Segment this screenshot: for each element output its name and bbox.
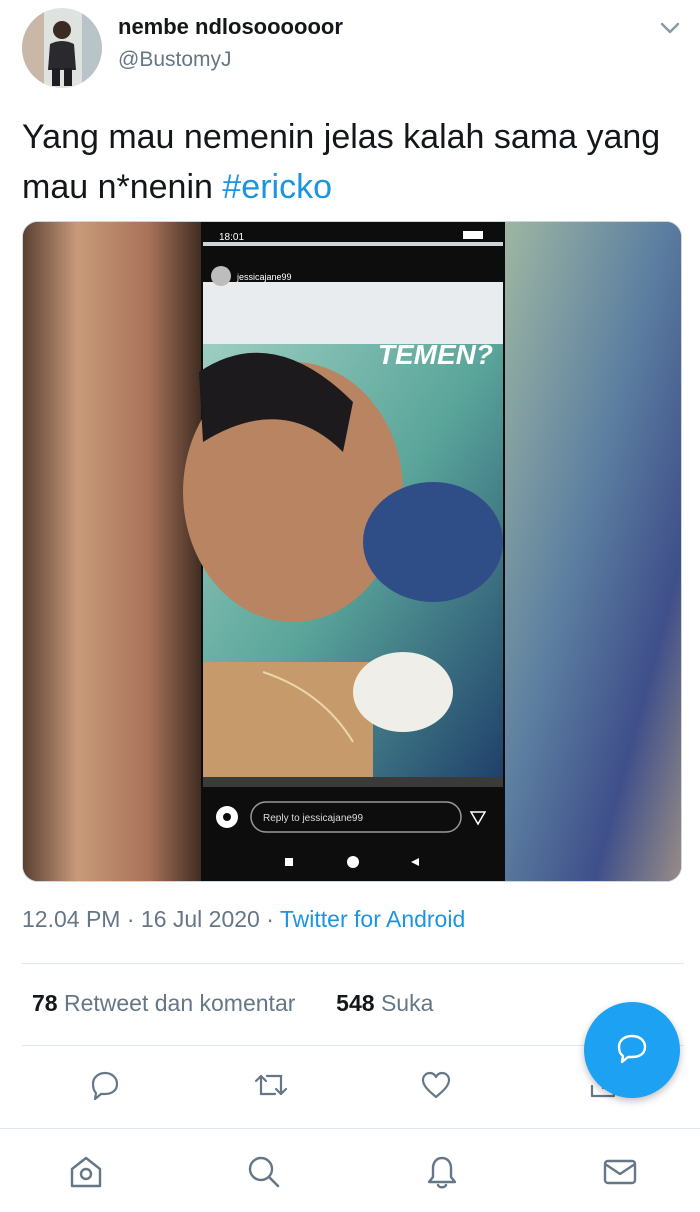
tweet-media[interactable]: TEMEN? 18:01 jessicajane99 Reply to jess… [22,221,682,882]
like-stat[interactable]: 548 Suka [336,990,433,1016]
hashtag-link[interactable]: #ericko [222,168,332,206]
home-icon[interactable] [66,1152,106,1192]
tweet-time: 12.04 PM [22,906,121,932]
tweet-source-link[interactable]: Twitter for Android [280,906,465,932]
story-username: jessicajane99 [236,272,292,282]
meta-separator: · [266,906,274,932]
tweet-body: Yang mau nemenin jelas kalah sama yang m… [22,118,661,206]
compose-icon [614,1030,650,1071]
retweet-icon[interactable] [250,1064,292,1106]
reply-placeholder: Reply to jessicajane99 [263,813,363,824]
meta-separator: · [126,906,135,932]
divider [22,963,684,964]
search-icon[interactable] [244,1152,284,1192]
display-name[interactable]: nembe ndlosoooooor [118,14,343,40]
avatar[interactable] [22,8,102,88]
mail-icon[interactable] [600,1152,640,1192]
reply-icon[interactable] [84,1064,126,1106]
user-handle[interactable]: @BustomyJ [118,48,232,72]
status-time: 18:01 [219,232,244,243]
tweet-timestamp: 12.04 PM · 16 Jul 2020 · Twitter for And… [22,906,465,933]
story-caption: TEMEN? [378,339,493,370]
tweet-date: 16 Jul 2020 [140,906,260,932]
tweet-text: Yang mau nemenin jelas kalah sama yang m… [22,112,662,212]
heart-icon[interactable] [415,1064,457,1106]
tweet-stats: 78 Retweet dan komentar 548 Suka [32,990,433,1017]
compose-button[interactable] [584,1002,680,1098]
chevron-down-icon[interactable] [656,14,684,42]
retweet-stat[interactable]: 78 Retweet dan komentar [32,990,295,1016]
bell-icon[interactable] [422,1152,462,1192]
